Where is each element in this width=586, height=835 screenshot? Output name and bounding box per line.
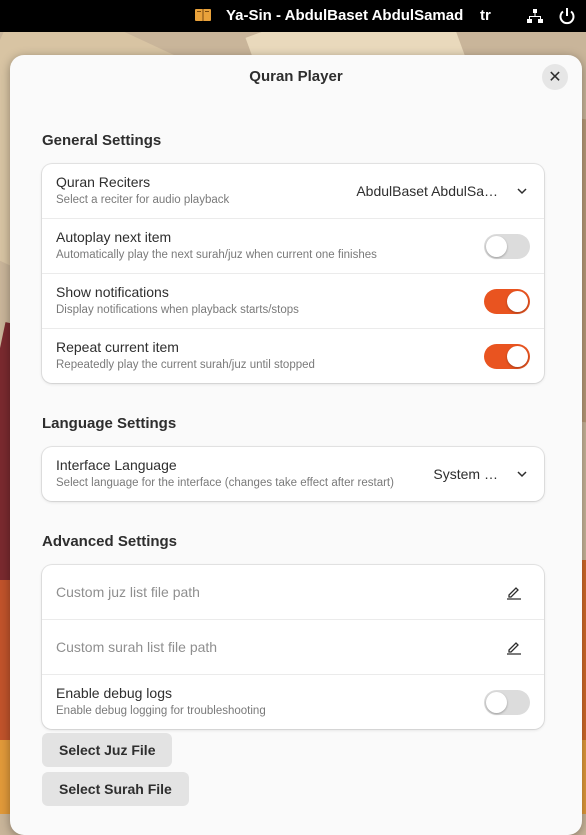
reciter-row[interactable]: Quran Reciters Select a reciter for audi… xyxy=(42,164,544,219)
top-bar: Ya-Sin - AbdulBaset AbdulSamad tr xyxy=(0,0,586,32)
network-wired-icon[interactable] xyxy=(527,8,543,24)
repeat-row: Repeat current item Repeatedly play the … xyxy=(42,329,544,383)
debug-logs-subtitle: Enable debug logging for troubleshooting xyxy=(56,705,266,717)
interface-language-dropdown-value[interactable]: System … xyxy=(433,466,498,482)
notifications-toggle[interactable] xyxy=(484,289,530,314)
keyboard-layout-indicator[interactable]: tr xyxy=(480,7,491,24)
interface-language-row[interactable]: Interface Language Select language for t… xyxy=(42,447,544,501)
surah-path-row[interactable]: Custom surah list file path xyxy=(42,620,544,675)
language-settings-group: Interface Language Select language for t… xyxy=(42,447,544,501)
interface-language-subtitle: Select language for the interface (chang… xyxy=(56,477,394,489)
general-settings-heading: General Settings xyxy=(42,132,162,149)
language-settings-heading: Language Settings xyxy=(42,415,177,432)
autoplay-toggle[interactable] xyxy=(484,234,530,259)
juz-path-row[interactable]: Custom juz list file path xyxy=(42,565,544,620)
now-playing-title[interactable]: Ya-Sin - AbdulBaset AbdulSamad xyxy=(226,7,463,24)
repeat-subtitle: Repeatedly play the current surah/juz un… xyxy=(56,359,315,371)
debug-logs-label: Enable debug logs xyxy=(56,685,172,701)
close-button[interactable]: ✕ xyxy=(542,64,568,90)
repeat-toggle[interactable] xyxy=(484,344,530,369)
notifications-label: Show notifications xyxy=(56,284,169,300)
select-juz-file-button[interactable]: Select Juz File xyxy=(42,733,173,767)
debug-logs-row: Enable debug logs Enable debug logging f… xyxy=(42,675,544,729)
notifications-row: Show notifications Display notifications… xyxy=(42,274,544,329)
reciter-label: Quran Reciters xyxy=(56,174,151,190)
general-settings-group: Quran Reciters Select a reciter for audi… xyxy=(42,164,544,383)
edit-icon[interactable] xyxy=(506,639,522,655)
surah-path-input[interactable]: Custom surah list file path xyxy=(56,639,217,655)
debug-logs-toggle[interactable] xyxy=(484,690,530,715)
dialog-title: Quran Player xyxy=(249,68,343,85)
autoplay-row: Autoplay next item Automatically play th… xyxy=(42,219,544,274)
select-surah-file-button[interactable]: Select Surah File xyxy=(42,772,189,806)
edit-icon[interactable] xyxy=(506,584,522,600)
chevron-down-icon[interactable] xyxy=(516,468,528,480)
power-icon[interactable] xyxy=(558,7,576,25)
autoplay-label: Autoplay next item xyxy=(56,229,172,245)
settings-dialog: Quran Player ✕ General Settings Quran Re… xyxy=(10,55,582,835)
notifications-subtitle: Display notifications when playback star… xyxy=(56,304,299,316)
close-icon: ✕ xyxy=(548,69,562,86)
quran-book-icon[interactable] xyxy=(194,7,212,23)
repeat-label: Repeat current item xyxy=(56,339,179,355)
reciter-dropdown-value[interactable]: AbdulBaset AbdulSa… xyxy=(356,183,498,199)
juz-path-input[interactable]: Custom juz list file path xyxy=(56,584,200,600)
chevron-down-icon[interactable] xyxy=(516,185,528,197)
reciter-subtitle: Select a reciter for audio playback xyxy=(56,194,230,206)
advanced-settings-group: Custom juz list file path Custom surah l… xyxy=(42,565,544,729)
interface-language-label: Interface Language xyxy=(56,457,177,473)
advanced-settings-heading: Advanced Settings xyxy=(42,533,178,550)
autoplay-subtitle: Automatically play the next surah/juz wh… xyxy=(56,249,377,261)
